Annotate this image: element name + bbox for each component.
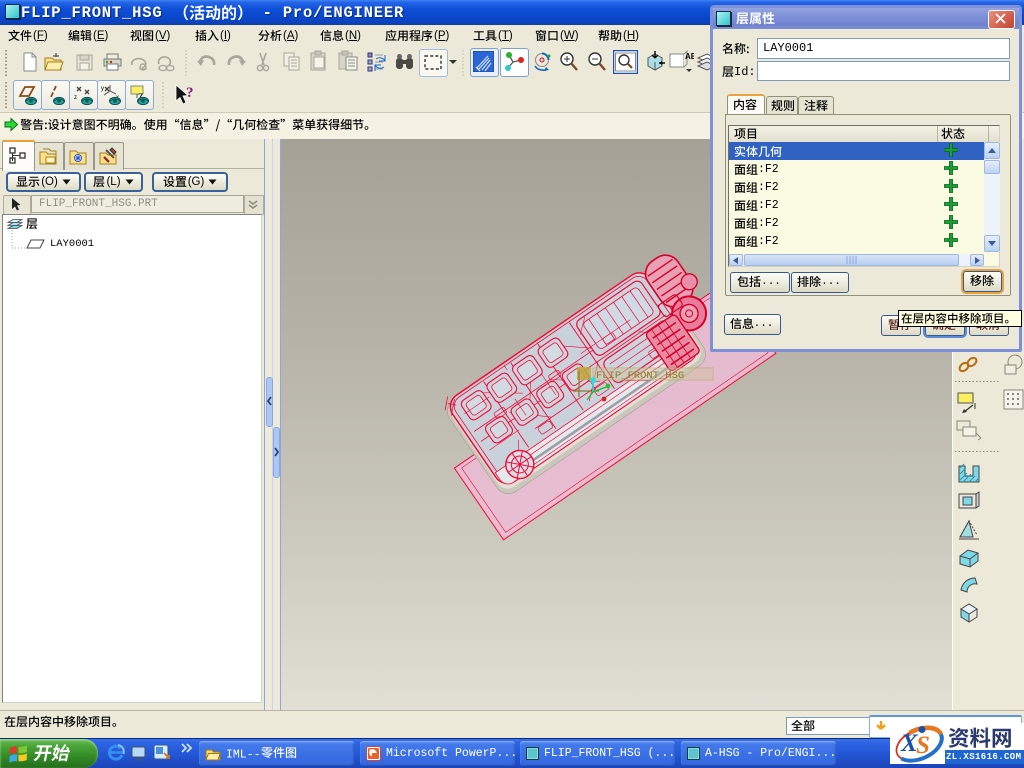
svg-text:y: y <box>101 86 104 92</box>
svg-text:?: ? <box>186 85 194 101</box>
svg-text:z: z <box>74 95 77 101</box>
svg-text:AB: AB <box>685 52 694 61</box>
svg-text:FLIP_FRONT_HSG: FLIP_FRONT_HSG <box>596 370 684 382</box>
svg-text:S: S <box>916 732 930 759</box>
